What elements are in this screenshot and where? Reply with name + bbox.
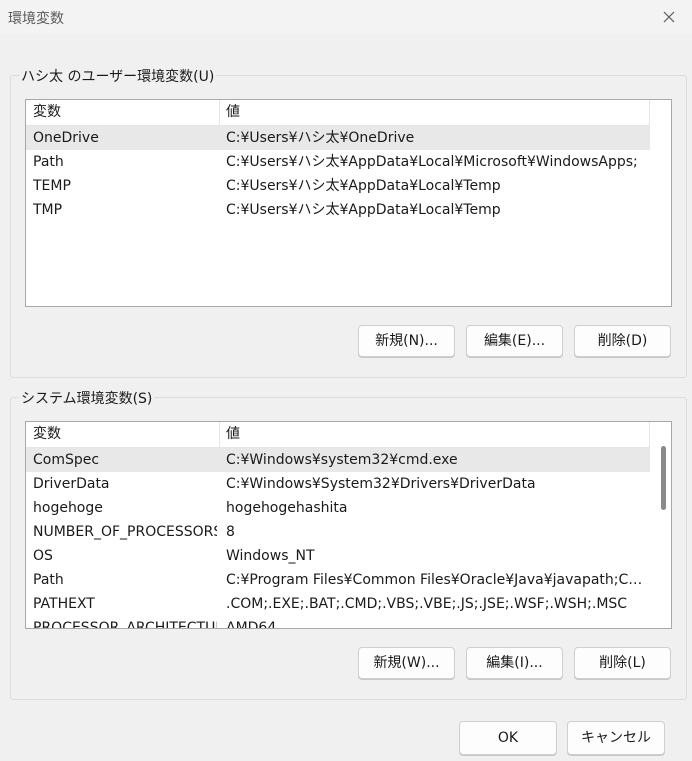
variable-name: Path: [33, 572, 64, 588]
column-header-value[interactable]: 値: [226, 100, 240, 125]
user-rows: OneDrive C:¥Users¥ハシ太¥OneDrive Path C:¥U…: [26, 126, 650, 222]
variable-value: C:¥Users¥ハシ太¥AppData¥Local¥Microsoft¥Win…: [226, 154, 638, 170]
ok-button[interactable]: OK: [459, 721, 557, 755]
column-separator[interactable]: [219, 100, 220, 125]
title-bar: 環境変数: [0, 0, 692, 34]
column-separator[interactable]: [649, 100, 650, 125]
table-row[interactable]: TEMP C:¥Users¥ハシ太¥AppData¥Local¥Temp: [26, 174, 650, 198]
user-variables-group: ハシ太 のユーザー環境変数(U) 変数 値 OneDrive C:¥Users¥…: [10, 66, 687, 378]
window-title: 環境変数: [8, 11, 64, 27]
table-row[interactable]: OS Windows_NT: [26, 544, 650, 568]
variable-name: PATHEXT: [33, 596, 95, 612]
user-edit-button[interactable]: 編集(E)...: [466, 325, 563, 357]
variable-name: PROCESSOR_ARCHITECTURE: [33, 620, 217, 629]
variable-value: Windows_NT: [226, 548, 315, 564]
variable-name: hogehoge: [33, 500, 103, 516]
user-new-button[interactable]: 新規(N)...: [358, 325, 455, 357]
variable-value: C:¥Users¥ハシ太¥AppData¥Local¥Temp: [226, 202, 501, 218]
table-row[interactable]: TMP C:¥Users¥ハシ太¥AppData¥Local¥Temp: [26, 198, 650, 222]
close-button[interactable]: [646, 0, 692, 34]
variable-value: C:¥Windows¥System32¥Drivers¥DriverData: [226, 476, 536, 492]
column-header-variable[interactable]: 変数: [33, 100, 61, 125]
scrollbar-thumb[interactable]: [661, 446, 666, 510]
table-row[interactable]: ComSpec C:¥Windows¥system32¥cmd.exe: [26, 448, 650, 472]
table-row[interactable]: PATHEXT .COM;.EXE;.BAT;.CMD;.VBS;.VBE;.J…: [26, 592, 650, 616]
variable-value: .COM;.EXE;.BAT;.CMD;.VBS;.VBE;.JS;.JSE;.…: [226, 596, 628, 612]
column-separator[interactable]: [649, 422, 650, 447]
variable-name: TEMP: [33, 178, 71, 194]
variable-value: hogehogehashita: [226, 500, 348, 516]
list-header: 変数 値: [26, 100, 650, 126]
user-variables-list[interactable]: 変数 値 OneDrive C:¥Users¥ハシ太¥OneDrive Path…: [25, 99, 672, 307]
variable-value: AMD64: [226, 620, 277, 629]
table-row[interactable]: PROCESSOR_ARCHITECTURE AMD64: [26, 616, 650, 629]
variable-name: TMP: [33, 202, 63, 218]
table-row[interactable]: Path C:¥Program Files¥Common Files¥Oracl…: [26, 568, 650, 592]
table-row[interactable]: DriverData C:¥Windows¥System32¥Drivers¥D…: [26, 472, 650, 496]
variable-value: 8: [226, 524, 235, 540]
system-edit-button[interactable]: 編集(I)...: [466, 647, 563, 679]
cancel-button[interactable]: キャンセル: [567, 721, 665, 755]
variable-name: NUMBER_OF_PROCESSORS: [33, 524, 217, 540]
table-row[interactable]: NUMBER_OF_PROCESSORS 8: [26, 520, 650, 544]
variable-value: C:¥Users¥ハシ太¥OneDrive: [226, 130, 415, 146]
column-header-value[interactable]: 値: [226, 422, 240, 447]
table-row[interactable]: Path C:¥Users¥ハシ太¥AppData¥Local¥Microsof…: [26, 150, 650, 174]
variable-value: C:¥Program Files¥Common Files¥Oracle¥Jav…: [226, 572, 646, 588]
system-variables-label: システム環境変数(S): [19, 388, 155, 408]
close-icon: [663, 11, 675, 23]
variable-name: DriverData: [33, 476, 110, 492]
system-delete-button[interactable]: 削除(L): [574, 647, 671, 679]
variable-value: C:¥Windows¥system32¥cmd.exe: [226, 452, 458, 468]
user-variables-label: ハシ太 のユーザー環境変数(U): [19, 66, 217, 86]
system-new-button[interactable]: 新規(W)...: [358, 647, 455, 679]
variable-name: OS: [33, 548, 53, 564]
system-variables-list[interactable]: 変数 値 ComSpec C:¥Windows¥system32¥cmd.exe…: [25, 421, 672, 629]
table-row[interactable]: OneDrive C:¥Users¥ハシ太¥OneDrive: [26, 126, 650, 150]
variable-value: C:¥Users¥ハシ太¥AppData¥Local¥Temp: [226, 178, 501, 194]
column-separator[interactable]: [219, 422, 220, 447]
vertical-scrollbar[interactable]: [653, 422, 671, 628]
user-delete-button[interactable]: 削除(D): [574, 325, 671, 357]
system-variables-group: システム環境変数(S) 変数 値 ComSpec C:¥Windows¥syst…: [10, 388, 687, 700]
variable-name: ComSpec: [33, 452, 100, 468]
variable-name: Path: [33, 154, 64, 170]
list-header: 変数 値: [26, 422, 650, 448]
column-header-variable[interactable]: 変数: [33, 422, 61, 447]
table-row[interactable]: hogehoge hogehogehashita: [26, 496, 650, 520]
variable-name: OneDrive: [33, 130, 99, 146]
system-rows: ComSpec C:¥Windows¥system32¥cmd.exe Driv…: [26, 448, 650, 629]
